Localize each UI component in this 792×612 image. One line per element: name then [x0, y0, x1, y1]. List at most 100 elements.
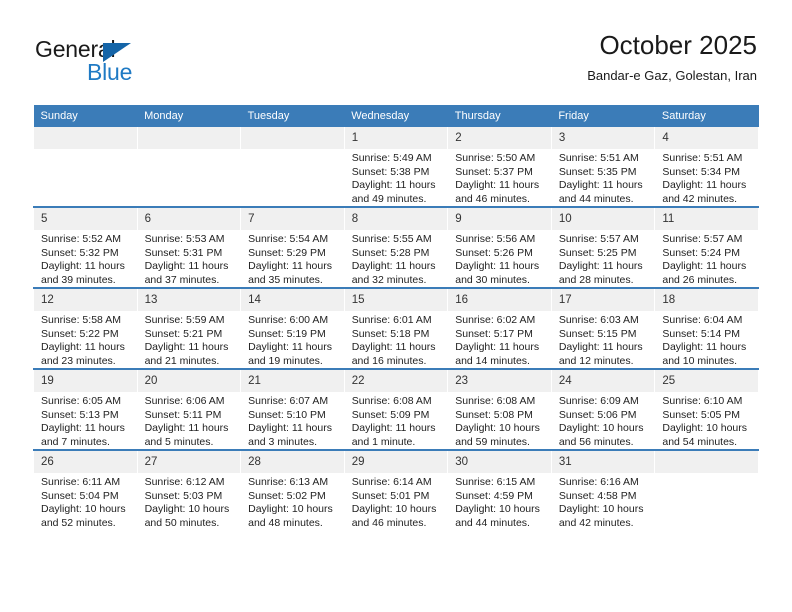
daylight-text: Daylight: 11 hours and 23 minutes. [41, 341, 125, 367]
month-calendar: Sunday Monday Tuesday Wednesday Thursday… [33, 105, 759, 530]
day-number: 28 [241, 451, 344, 473]
calendar-day-cell[interactable]: 5 Sunrise: 5:52 AM Sunset: 5:32 PM Daylight… [33, 206, 138, 288]
calendar-day-cell[interactable]: 22 Sunrise: 6:08 AM Sunset: 5:09 PM Dayligh… [343, 368, 449, 450]
sunrise-text: Sunrise: 6:03 AM [558, 314, 639, 326]
sunset-text: Sunset: 5:17 PM [455, 327, 533, 340]
day-number: 18 [655, 289, 758, 311]
day-details: Sunrise: 6:00 AM Sunset: 5:19 PM Daylight:… [241, 311, 344, 368]
calendar-day-cell[interactable]: 12 Sunrise: 5:58 AM Sunset: 5:22 PM Dayligh… [33, 287, 138, 369]
calendar-day-cell[interactable]: 16 Sunrise: 6:02 AM Sunset: 5:17 PM Dayligh… [447, 287, 552, 369]
day-number [655, 451, 758, 473]
day-number [137, 127, 241, 149]
calendar-day-cell[interactable]: 6 Sunrise: 5:53 AM Sunset: 5:31 PM Daylight… [136, 206, 242, 288]
calendar-day-cell[interactable]: 15 Sunrise: 6:01 AM Sunset: 5:18 PM Dayligh… [343, 287, 449, 369]
sunrise-text: Sunrise: 5:52 AM [41, 233, 121, 245]
sunset-text: Sunset: 5:32 PM [41, 246, 119, 259]
sunrise-text: Sunrise: 5:57 AM [558, 233, 639, 245]
day-details: Sunrise: 6:16 AM Sunset: 4:58 PM Daylight:… [552, 473, 655, 530]
calendar-day-cell[interactable]: 20 Sunrise: 6:06 AM Sunset: 5:11 PM Dayligh… [136, 368, 242, 450]
sunset-text: Sunset: 5:14 PM [662, 327, 741, 340]
sunrise-text: Sunrise: 6:15 AM [455, 476, 536, 488]
calendar-day-cell-empty [136, 127, 242, 207]
calendar-day-cell[interactable]: 1 Sunrise: 5:49 AM Sunset: 5:38 PM Daylight… [343, 127, 449, 207]
sunset-text: Sunset: 5:22 PM [41, 327, 119, 340]
sunset-text: Sunset: 5:28 PM [351, 246, 430, 259]
daylight-text: Daylight: 11 hours and 10 minutes. [662, 341, 747, 367]
calendar-day-cell[interactable]: 18 Sunrise: 6:04 AM Sunset: 5:14 PM Dayligh… [654, 287, 759, 369]
day-number: 7 [241, 208, 344, 230]
sunrise-text: Sunrise: 5:59 AM [144, 314, 225, 326]
sunset-text: Sunset: 5:21 PM [144, 327, 223, 340]
sunset-text: Sunset: 5:26 PM [455, 246, 533, 259]
calendar-day-cell[interactable]: 17 Sunrise: 6:03 AM Sunset: 5:15 PM Dayligh… [550, 287, 656, 369]
calendar-day-cell[interactable]: 13 Sunrise: 5:59 AM Sunset: 5:21 PM Dayligh… [136, 287, 242, 369]
day-details: Sunrise: 6:08 AM Sunset: 5:08 PM Daylight:… [448, 392, 551, 449]
daylight-text: Daylight: 11 hours and 7 minutes. [41, 422, 125, 448]
daylight-text: Daylight: 11 hours and 1 minute. [351, 422, 436, 448]
day-details: Sunrise: 6:09 AM Sunset: 5:06 PM Daylight:… [552, 392, 655, 449]
calendar-day-cell[interactable]: 28 Sunrise: 6:13 AM Sunset: 5:02 PM Dayligh… [240, 449, 345, 530]
sunset-text: Sunset: 5:38 PM [351, 165, 430, 178]
calendar-day-cell[interactable]: 9 Sunrise: 5:56 AM Sunset: 5:26 PM Daylight… [447, 206, 552, 288]
daylight-text: Daylight: 10 hours and 42 minutes. [558, 503, 644, 529]
day-number: 16 [448, 289, 551, 311]
daylight-text: Daylight: 11 hours and 30 minutes. [455, 260, 540, 286]
calendar-day-cell[interactable]: 31 Sunrise: 6:16 AM Sunset: 4:58 PM Dayligh… [550, 449, 656, 530]
calendar-day-cell[interactable]: 3 Sunrise: 5:51 AM Sunset: 5:35 PM Daylight… [550, 127, 656, 207]
calendar-day-cell[interactable]: 21 Sunrise: 6:07 AM Sunset: 5:10 PM Dayligh… [240, 368, 345, 450]
calendar-day-cell[interactable]: 10 Sunrise: 5:57 AM Sunset: 5:25 PM Dayligh… [550, 206, 656, 288]
day-details: Sunrise: 6:05 AM Sunset: 5:13 PM Daylight:… [34, 392, 137, 449]
daylight-text: Daylight: 11 hours and 3 minutes. [248, 422, 332, 448]
calendar-day-cell[interactable]: 14 Sunrise: 6:00 AM Sunset: 5:19 PM Dayligh… [240, 287, 345, 369]
day-details: Sunrise: 5:59 AM Sunset: 5:21 PM Daylight:… [138, 311, 241, 368]
sunrise-text: Sunrise: 5:55 AM [351, 233, 432, 245]
calendar-day-cell[interactable]: 25 Sunrise: 6:10 AM Sunset: 5:05 PM Dayligh… [654, 368, 759, 450]
day-number: 29 [344, 451, 448, 473]
sunset-text: Sunset: 5:29 PM [248, 246, 326, 259]
day-number: 17 [551, 289, 655, 311]
calendar-day-cell[interactable]: 29 Sunrise: 6:14 AM Sunset: 5:01 PM Dayligh… [343, 449, 449, 530]
day-details: Sunrise: 5:54 AM Sunset: 5:29 PM Daylight:… [241, 230, 344, 287]
day-details: Sunrise: 5:57 AM Sunset: 5:24 PM Daylight:… [655, 230, 758, 287]
calendar-day-cell[interactable]: 27 Sunrise: 6:12 AM Sunset: 5:03 PM Dayligh… [136, 449, 242, 530]
sunset-text: Sunset: 5:05 PM [662, 408, 741, 421]
calendar-week-row: 5 Sunrise: 5:52 AM Sunset: 5:32 PM Daylight… [33, 206, 759, 288]
daylight-text: Daylight: 11 hours and 39 minutes. [41, 260, 125, 286]
logo-text-blue: Blue [87, 59, 133, 85]
calendar-page: General Blue October 2025 Bandar-e Gaz, … [0, 0, 792, 612]
day-number: 22 [344, 370, 448, 392]
calendar-day-cell[interactable]: 23 Sunrise: 6:08 AM Sunset: 5:08 PM Dayligh… [447, 368, 552, 450]
daylight-text: Daylight: 10 hours and 59 minutes. [455, 422, 540, 448]
general-blue-logo[interactable]: General Blue [35, 36, 215, 92]
sunrise-text: Sunrise: 5:58 AM [41, 314, 121, 326]
day-number: 9 [448, 208, 551, 230]
calendar-day-cell[interactable]: 4 Sunrise: 5:51 AM Sunset: 5:34 PM Daylight… [654, 127, 759, 207]
calendar-day-cell[interactable]: 30 Sunrise: 6:15 AM Sunset: 4:59 PM Dayligh… [447, 449, 552, 530]
day-number: 14 [241, 289, 344, 311]
weekday-header-wednesday: Wednesday [344, 105, 448, 127]
day-details: Sunrise: 6:04 AM Sunset: 5:14 PM Daylight:… [655, 311, 758, 368]
day-details: Sunrise: 6:10 AM Sunset: 5:05 PM Daylight:… [655, 392, 758, 449]
day-details: Sunrise: 5:50 AM Sunset: 5:37 PM Daylight:… [448, 149, 551, 206]
calendar-day-cell[interactable]: 11 Sunrise: 5:57 AM Sunset: 5:24 PM Dayligh… [654, 206, 759, 288]
daylight-text: Daylight: 11 hours and 14 minutes. [455, 341, 540, 367]
calendar-day-cell[interactable]: 19 Sunrise: 6:05 AM Sunset: 5:13 PM Dayligh… [33, 368, 138, 450]
day-details: Sunrise: 6:13 AM Sunset: 5:02 PM Daylight:… [241, 473, 344, 530]
day-number [241, 127, 344, 149]
calendar-day-cell[interactable]: 8 Sunrise: 5:55 AM Sunset: 5:28 PM Daylight… [343, 206, 449, 288]
calendar-day-cell[interactable]: 24 Sunrise: 6:09 AM Sunset: 5:06 PM Dayligh… [550, 368, 656, 450]
day-number: 20 [137, 370, 241, 392]
calendar-week-row: 26 Sunrise: 6:11 AM Sunset: 5:04 PM Dayligh… [33, 449, 759, 530]
sunset-text: Sunset: 5:13 PM [41, 408, 119, 421]
sunrise-text: Sunrise: 5:54 AM [248, 233, 329, 245]
sunset-text: Sunset: 5:06 PM [558, 408, 637, 421]
daylight-text: Daylight: 11 hours and 5 minutes. [144, 422, 229, 448]
day-number: 31 [551, 451, 655, 473]
calendar-day-cell[interactable]: 7 Sunrise: 5:54 AM Sunset: 5:29 PM Daylight… [240, 206, 345, 288]
calendar-day-cell[interactable]: 2 Sunrise: 5:50 AM Sunset: 5:37 PM Daylight… [447, 127, 552, 207]
day-details: Sunrise: 6:01 AM Sunset: 5:18 PM Daylight:… [345, 311, 448, 368]
day-number: 13 [137, 289, 241, 311]
calendar-day-cell-empty [654, 449, 759, 530]
day-details: Sunrise: 5:52 AM Sunset: 5:32 PM Daylight:… [34, 230, 137, 287]
calendar-day-cell[interactable]: 26 Sunrise: 6:11 AM Sunset: 5:04 PM Dayligh… [33, 449, 138, 530]
